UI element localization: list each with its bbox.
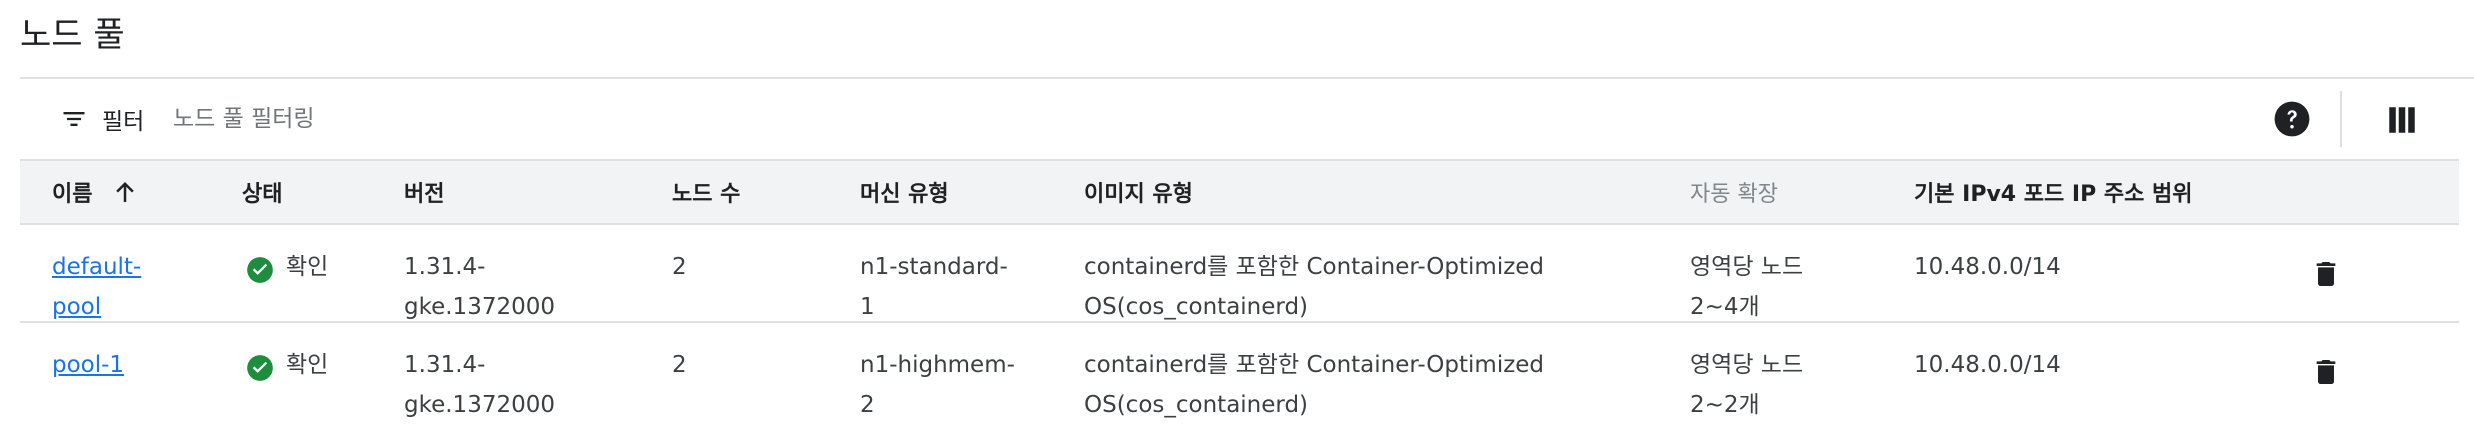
arrow-upward-icon[interactable] — [110, 177, 140, 207]
filter-icon — [63, 112, 85, 126]
trash-icon[interactable] — [2310, 355, 2342, 389]
column-header-autoscaling: 자동 확장 — [1690, 182, 1778, 207]
node-count-cell: 2 — [672, 352, 687, 378]
image-type-cell: containerd를 포함한 Container-Optimized OS(c… — [1084, 254, 1545, 320]
filter-button[interactable]: 필터 — [60, 79, 144, 159]
pod-range-cell: 10.48.0.0/14 — [1914, 352, 2061, 378]
table-toolbar: 필터 — [20, 79, 2459, 159]
check-circle-icon — [247, 257, 273, 283]
column-header-status[interactable]: 상태 — [242, 161, 282, 223]
pod-range-cell: 10.48.0.0/14 — [1914, 254, 2061, 280]
column-header-machine-type[interactable]: 머신 유형 — [860, 161, 949, 223]
column-header-name[interactable]: 이름 — [52, 161, 140, 223]
node-pool-name-link[interactable]: default- pool — [52, 247, 141, 327]
status-badge: 확인 — [246, 345, 328, 385]
toolbar-divider — [2340, 91, 2342, 147]
table-row: pool-1 확인 1.31.4- gke.1372000 2 n1-highm… — [20, 323, 2459, 419]
trash-icon[interactable] — [2310, 257, 2342, 291]
filter-input[interactable] — [173, 99, 873, 139]
image-type-cell: containerd를 포함한 Container-Optimized OS(c… — [1084, 352, 1545, 418]
machine-type-cell: n1-standard- 1 — [860, 254, 1008, 320]
help-icon[interactable] — [2273, 100, 2311, 138]
machine-type-cell: n1-highmem- 2 — [860, 352, 1015, 418]
status-text: 확인 — [286, 254, 329, 280]
column-header-image-type[interactable]: 이미지 유형 — [1084, 161, 1193, 223]
status-text: 확인 — [286, 352, 329, 378]
page-title: 노드 풀 — [20, 15, 125, 55]
table-header-row: 이름 상태 버전 노드 수 머신 유형 이미지 유형 자동 확장 기본 IPv4… — [20, 159, 2459, 225]
node-pool-name-link[interactable]: pool-1 — [52, 345, 124, 385]
autoscaling-cell: 영역당 노드 2~2개 — [1690, 352, 1804, 418]
column-header-version[interactable]: 버전 — [404, 161, 444, 223]
column-header-name-label: 이름 — [52, 182, 93, 207]
column-header-node-count[interactable]: 노드 수 — [672, 161, 740, 223]
column-header-pod-range[interactable]: 기본 IPv4 포드 IP 주소 범위 — [1914, 161, 2192, 223]
status-badge: 확인 — [246, 247, 328, 287]
filter-label: 필터 — [102, 109, 145, 135]
node-pool-table: 이름 상태 버전 노드 수 머신 유형 이미지 유형 자동 확장 기본 IPv4… — [20, 159, 2459, 419]
autoscaling-cell: 영역당 노드 2~4개 — [1690, 254, 1804, 320]
node-count-cell: 2 — [672, 254, 687, 280]
table-row: default- pool 확인 1.31.4- gke.1372000 2 n… — [20, 225, 2459, 323]
check-circle-icon — [247, 355, 273, 381]
version-cell: 1.31.4- gke.1372000 — [404, 254, 555, 320]
column-display-icon[interactable] — [2385, 103, 2419, 137]
version-cell: 1.31.4- gke.1372000 — [404, 352, 555, 418]
